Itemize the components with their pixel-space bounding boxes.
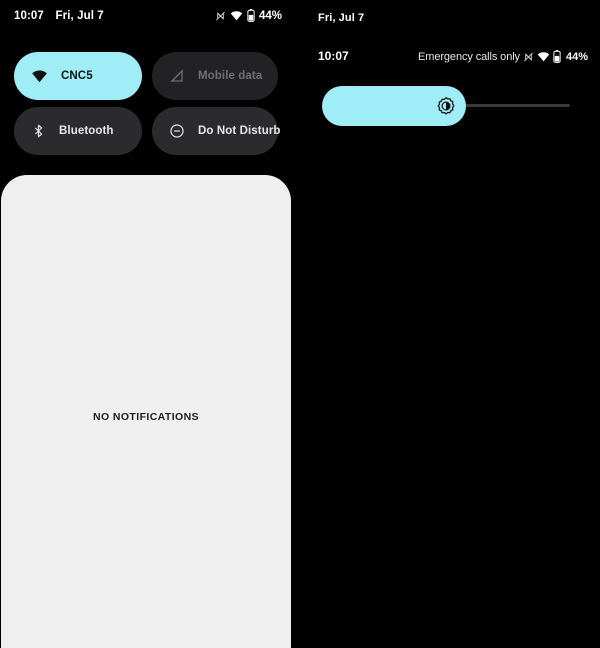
left-tile-wifi[interactable]: CNC5: [14, 52, 142, 100]
wifi-icon: [230, 10, 243, 21]
brightness-icon: [436, 96, 456, 116]
no-notifications-label: NO NOTIFICATIONS: [93, 411, 199, 423]
right-status-icons: Emergency calls only 44%: [418, 50, 588, 63]
bluetooth-icon: [31, 123, 46, 139]
left-tile-do-not-disturb-label: Do Not Disturb: [198, 125, 281, 137]
carrier-label: Emergency calls only: [418, 50, 520, 63]
left-status-date: Fri, Jul 7: [55, 10, 104, 22]
left-tile-bluetooth-label: Bluetooth: [59, 125, 114, 137]
left-status-clock-date: 10:07 Fri, Jul 7: [14, 10, 104, 22]
left-panel-notification-shade: 10:07 Fri, Jul 7 44% CNC5 Mobile data Bl…: [0, 0, 292, 648]
left-tile-mobile-data[interactable]: Mobile data: [152, 52, 278, 100]
left-tile-do-not-disturb[interactable]: Do Not Disturb: [152, 107, 281, 155]
left-quick-settings-tiles: CNC5 Mobile data Bluetooth Do Not Distur…: [0, 52, 292, 162]
mobile-data-off-icon: [169, 68, 185, 84]
screenshot-root: 10:07 Fri, Jul 7 44% CNC5 Mobile data Bl…: [0, 0, 600, 648]
right-status-bar: 10:07 Emergency calls only 44%: [292, 48, 600, 70]
left-tile-row-2: Bluetooth Do Not Disturb: [0, 107, 292, 155]
right-date-label: Fri, Jul 7: [318, 12, 365, 24]
nfc-off-icon: [215, 10, 226, 22]
do-not-disturb-icon: [169, 123, 185, 139]
left-status-icons: 44%: [215, 9, 282, 22]
wifi-icon: [537, 51, 550, 62]
left-tile-row-1: CNC5 Mobile data: [0, 52, 292, 100]
left-tile-mobile-data-label: Mobile data: [198, 70, 263, 82]
left-status-bar: 10:07 Fri, Jul 7 44%: [0, 0, 292, 34]
brightness-slider[interactable]: [322, 86, 570, 126]
battery-icon: [247, 9, 255, 22]
right-status-clock: 10:07: [318, 49, 349, 63]
nfc-off-icon: [523, 51, 534, 63]
right-battery-percent: 44%: [565, 50, 588, 63]
battery-icon: [553, 50, 561, 63]
left-status-clock: 10:07: [14, 10, 44, 22]
wifi-icon: [31, 69, 48, 83]
notification-shade-panel[interactable]: NO NOTIFICATIONS: [1, 175, 291, 648]
left-battery-percent: 44%: [258, 9, 282, 22]
left-tile-wifi-label: CNC5: [61, 70, 93, 82]
left-tile-bluetooth[interactable]: Bluetooth: [14, 107, 142, 155]
right-panel-quick-settings: Fri, Jul 7 10:07 Emergency calls only 44…: [292, 0, 600, 648]
